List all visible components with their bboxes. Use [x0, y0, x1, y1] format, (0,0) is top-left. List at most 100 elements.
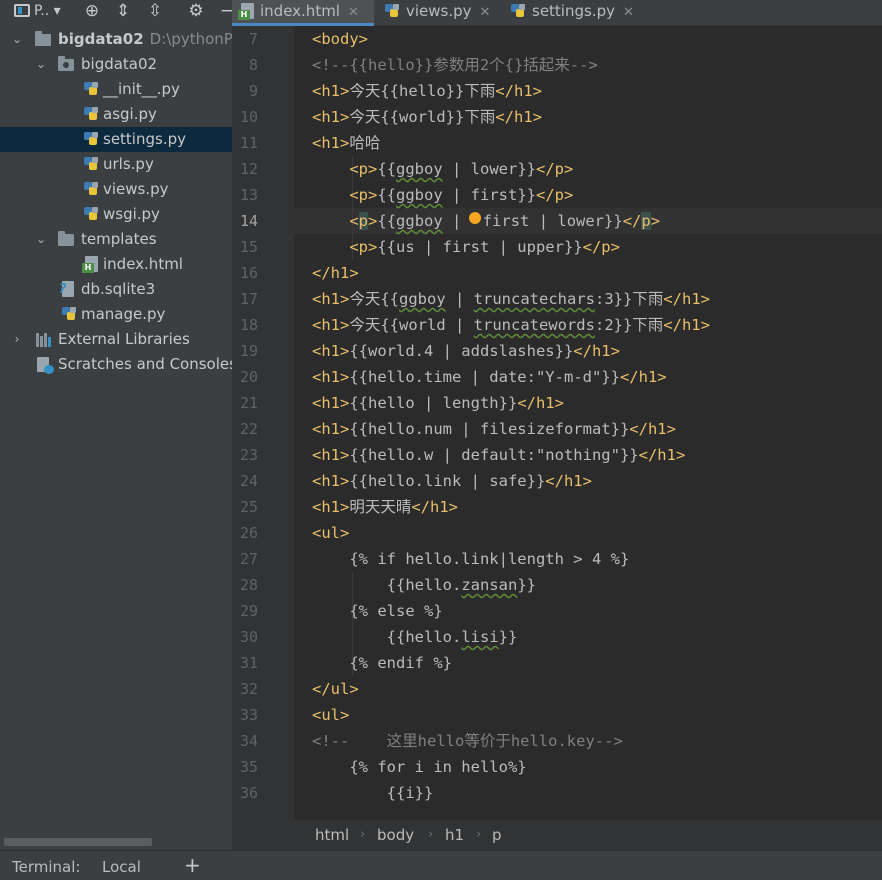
code-line: <h1>{{world.4 | addslashes}}</h1> — [312, 342, 620, 360]
project-title: P.. — [34, 3, 50, 19]
code-line: <body> — [312, 30, 368, 48]
project-icon — [14, 4, 30, 17]
code-line: <h1>{{hello.w | default:"nothing"}}</h1> — [312, 446, 686, 464]
line-number: 28 — [239, 576, 258, 594]
horizontal-scrollbar[interactable] — [4, 838, 152, 846]
tree-item-file-selected[interactable]: settings.py — [0, 127, 232, 152]
code-line-current: <p>{{ggboy | first | lower}}</p> — [349, 212, 661, 230]
code-line: <h1>今天{{world | truncatewords:2}}下雨</h1> — [312, 316, 710, 334]
breadcrumb-item[interactable]: p — [492, 826, 502, 844]
line-number: 13 — [239, 186, 258, 204]
python-file-icon — [510, 3, 526, 19]
tree-item-folder[interactable]: ⌄ templates — [0, 227, 232, 252]
code-line: <!-- 这里hello等价于hello.key--> — [312, 732, 623, 750]
tree-item-external-libraries[interactable]: › External Libraries — [0, 327, 232, 352]
tree-item-label: asgi.py — [103, 105, 157, 123]
tree-item-file[interactable]: ? db.sqlite3 — [0, 277, 232, 302]
line-number: 17 — [239, 290, 258, 308]
code-line: {{hello.zansan}} — [312, 576, 536, 594]
breadcrumb: html › body › h1 › p — [232, 820, 882, 850]
terminal-bar: Terminal: Local + — [0, 850, 882, 880]
python-file-icon — [384, 3, 400, 19]
line-number: 22 — [239, 420, 258, 438]
line-number: 25 — [239, 498, 258, 516]
project-panel: P.. ▾ ⊕ ⇕ ⇳ ⚙ − ⌄ bigdata02D:\pythonPro … — [0, 0, 232, 850]
tree-item-file[interactable]: H index.html — [0, 252, 232, 277]
tree-item-file[interactable]: manage.py — [0, 302, 232, 327]
breadcrumb-item[interactable]: html — [315, 826, 349, 844]
tree-item-label: urls.py — [103, 155, 154, 173]
tab-label: views.py — [406, 2, 472, 20]
code-line: <p>{{ggboy | lower}}</p> — [349, 160, 574, 178]
code-line: {% if hello.link|length > 4 %} — [312, 550, 630, 568]
code-line: <h1>明天天晴</h1> — [312, 498, 459, 516]
tree-item-label: Scratches and Consoles — [58, 355, 232, 373]
breadcrumb-item[interactable]: body — [377, 826, 414, 844]
tab-views-py[interactable]: views.py ✕ — [378, 0, 498, 26]
code-line: <p>{{us | first | upper}}</p> — [349, 238, 620, 256]
tree-item-file[interactable]: views.py — [0, 177, 232, 202]
code-line: {% for i in hello%} — [312, 758, 527, 776]
code-editor[interactable]: <body> <!--{{hello}}参数用2个{}括起来--> <h1>今天… — [294, 26, 882, 820]
package-folder-icon — [58, 56, 74, 71]
tab-label: settings.py — [532, 2, 615, 20]
terminal-tab-local[interactable]: Local — [102, 858, 141, 876]
collapse-all-icon[interactable]: ⇳ — [145, 0, 165, 22]
tree-item-label: External Libraries — [58, 330, 190, 348]
tree-item-label: wsgi.py — [103, 205, 160, 223]
close-icon[interactable]: ✕ — [480, 5, 491, 20]
editor-tabs: H index.html ✕ views.py ✕ settings.py ✕ — [232, 0, 882, 26]
locate-icon[interactable]: ⊕ — [82, 0, 102, 22]
breadcrumb-item[interactable]: h1 — [445, 826, 464, 844]
line-number: 16 — [239, 264, 258, 282]
line-number-current: 14 — [239, 212, 258, 230]
tree-item-file[interactable]: urls.py — [0, 152, 232, 177]
chevron-right-icon[interactable]: › — [10, 327, 24, 352]
tab-label: index.html — [260, 2, 340, 20]
hide-icon[interactable]: − — [217, 0, 232, 22]
lightbulb-icon[interactable] — [468, 212, 481, 224]
tree-item-file[interactable]: wsgi.py — [0, 202, 232, 227]
line-number: 35 — [239, 758, 258, 776]
project-view-dropdown[interactable]: P.. ▾ — [14, 0, 68, 22]
tree-item-label: settings.py — [103, 130, 186, 148]
editor-gutter[interactable]: 7 8 9 10 11 12 13 14 15 16 17 18 19 20 2… — [232, 26, 305, 820]
tree-item-file[interactable]: asgi.py — [0, 102, 232, 127]
close-icon[interactable]: ✕ — [623, 5, 634, 20]
code-line: <!--{{hello}}参数用2个{}括起来--> — [312, 56, 598, 74]
tree-item-label: manage.py — [81, 305, 166, 323]
gear-icon[interactable]: ⚙ — [186, 0, 206, 22]
library-icon — [36, 333, 52, 347]
tree-item-label: bigdata02 — [81, 55, 158, 73]
chevron-down-icon[interactable]: ⌄ — [34, 227, 48, 252]
code-line: {{hello.lisi}} — [312, 628, 518, 646]
database-file-icon: ? — [59, 281, 74, 297]
tree-item-project-root[interactable]: ⌄ bigdata02D:\pythonPro — [0, 27, 232, 52]
scratch-icon — [37, 357, 54, 374]
tree-item-label: db.sqlite3 — [81, 280, 156, 298]
code-line: <ul> — [312, 524, 350, 542]
tree-item-file[interactable]: __init__.py — [0, 77, 232, 102]
expand-all-icon[interactable]: ⇕ — [113, 0, 133, 22]
chevron-right-icon: › — [360, 827, 366, 842]
close-icon[interactable]: ✕ — [348, 5, 359, 20]
dropdown-arrow-icon: ▾ — [49, 3, 61, 19]
add-terminal-button[interactable]: + — [184, 853, 201, 877]
tab-index-html[interactable]: H index.html ✕ — [232, 0, 374, 26]
project-toolbar: P.. ▾ ⊕ ⇕ ⇳ ⚙ − — [0, 0, 232, 26]
python-file-icon — [83, 131, 99, 147]
line-number: 31 — [239, 654, 258, 672]
folder-icon — [35, 31, 51, 46]
tree-item-scratches[interactable]: Scratches and Consoles — [0, 352, 232, 377]
chevron-down-icon[interactable]: ⌄ — [34, 52, 48, 77]
python-file-icon — [83, 206, 99, 222]
code-line: <h1>{{hello | length}}</h1> — [312, 394, 564, 412]
chevron-down-icon[interactable]: ⌄ — [10, 27, 24, 52]
tab-settings-py[interactable]: settings.py ✕ — [504, 0, 640, 26]
tree-item-package[interactable]: ⌄ bigdata02 — [0, 52, 232, 77]
html-file-icon: H — [82, 256, 98, 273]
line-number: 9 — [248, 82, 258, 100]
line-number: 32 — [239, 680, 258, 698]
line-number: 18 — [239, 316, 258, 334]
line-number: 20 — [239, 368, 258, 386]
